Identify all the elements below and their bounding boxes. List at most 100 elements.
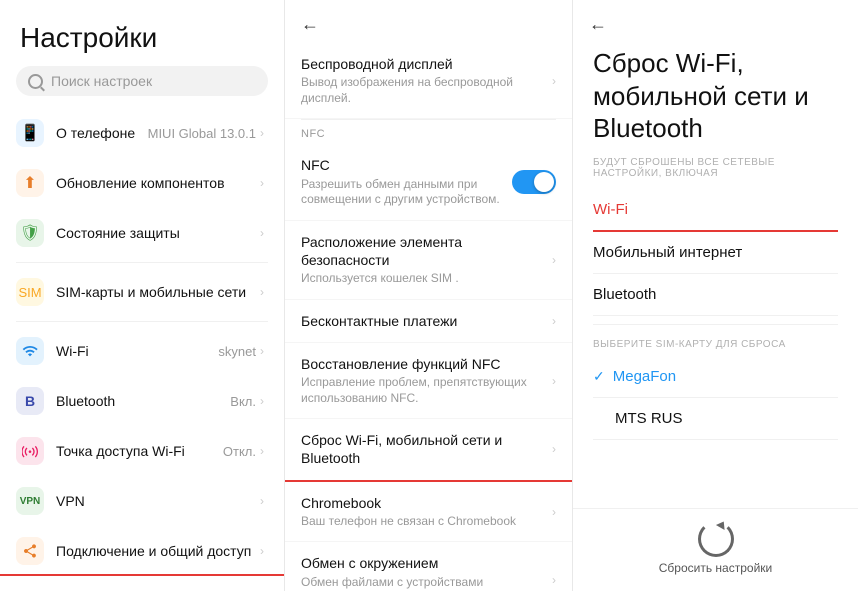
chevron-icon: › (552, 253, 556, 267)
chevron-icon: › (552, 442, 556, 456)
sim-section-label: ВЫБЕРИТЕ SIM-КАРТУ ДЛЯ СБРОСА (593, 339, 838, 350)
phone-icon: 📱 (16, 119, 44, 147)
nearby-item[interactable]: Обмен с окружением Обмен файлами с устро… (285, 542, 572, 591)
right-content: Сброс Wi-Fi, мобильной сети и Bluetooth … (573, 39, 858, 508)
reset-button[interactable]: Сбросить настройки (659, 561, 772, 575)
right-header: ← (573, 0, 858, 39)
vpn-label: VPN (56, 493, 256, 509)
left-panel: Настройки Поиск настроек 📱 О телефоне MI… (0, 0, 285, 591)
sidebar-item-bluetooth[interactable]: B Bluetooth Вкл. › (0, 376, 284, 426)
section-separator (593, 324, 838, 325)
page-title: Настройки (0, 0, 284, 66)
search-icon (28, 74, 43, 89)
chevron-icon: › (552, 374, 556, 388)
mts-sim-item[interactable]: MTS RUS (593, 398, 838, 440)
reset-footer: Сбросить настройки (573, 508, 858, 591)
divider (16, 262, 268, 263)
sidebar-item-sim[interactable]: SIM SIM-карты и мобильные сети › (0, 267, 284, 317)
nfc-item[interactable]: NFC Разрешить обмен данными при совмещен… (285, 144, 572, 220)
sidebar-item-vpn[interactable]: VPN VPN › (0, 476, 284, 526)
nearby-sub: Обмен файлами с устройствами поблизости (301, 575, 544, 591)
reset-wifi-title: Сброс Wi-Fi, мобильной сети и Bluetooth (301, 431, 544, 467)
nfc-restore-sub: Исправление проблем, препятствующих испо… (301, 375, 544, 406)
wifi-label: Wi-Fi (56, 343, 218, 359)
sidebar-item-hotspot[interactable]: Точка доступа Wi-Fi Откл. › (0, 426, 284, 476)
wireless-display-item[interactable]: Беспроводной дисплей Вывод изображения н… (285, 43, 572, 119)
sidebar-item-update[interactable]: ⬆ Обновление компонентов › (0, 158, 284, 208)
security-element-item[interactable]: Расположение элемента безопасности Испол… (285, 221, 572, 300)
update-label: Обновление компонентов (56, 175, 256, 191)
security-element-sub: Используется кошелек SIM . (301, 271, 544, 287)
chevron-icon: › (260, 544, 264, 558)
chevron-icon: › (260, 344, 264, 358)
contactless-title: Бесконтактные платежи (301, 312, 544, 330)
chevron-icon: › (260, 494, 264, 508)
wireless-display-title: Беспроводной дисплей (301, 55, 544, 73)
checkmark-icon: ✓ (593, 368, 605, 385)
update-icon: ⬆ (16, 169, 44, 197)
wireless-display-sub: Вывод изображения на беспроводной диспле… (301, 75, 544, 106)
toggle-knob (534, 172, 554, 192)
nfc-sub: Разрешить обмен данными при совмещении с… (301, 177, 504, 208)
share-label: Подключение и общий доступ (56, 543, 256, 559)
hotspot-label: Точка доступа Wi-Fi (56, 443, 223, 459)
chevron-icon: › (260, 285, 264, 299)
chevron-icon: › (260, 226, 264, 240)
chromebook-item[interactable]: Chromebook Ваш телефон не связан с Chrom… (285, 482, 572, 543)
sidebar-item-wifi[interactable]: Wi-Fi skynet › (0, 326, 284, 376)
megafon-sim-item[interactable]: ✓ MegaFon (593, 356, 838, 398)
search-placeholder: Поиск настроек (51, 73, 152, 89)
chevron-icon: › (552, 314, 556, 328)
bluetooth-item[interactable]: Bluetooth (593, 274, 838, 316)
middle-list: Беспроводной дисплей Вывод изображения н… (285, 43, 572, 591)
nearby-title: Обмен с окружением (301, 554, 544, 572)
reset-wifi-item[interactable]: Сброс Wi-Fi, мобильной сети и Bluetooth … (285, 419, 572, 481)
security-element-title: Расположение элемента безопасности (301, 233, 544, 269)
bluetooth-value: Вкл. (230, 394, 256, 409)
wifi-tab[interactable]: Wi-Fi (593, 189, 838, 232)
settings-list: 📱 О телефоне MIUI Global 13.0.1 › ⬆ Обно… (0, 108, 284, 591)
chevron-icon: › (260, 126, 264, 140)
chevron-icon: › (260, 176, 264, 190)
nfc-toggle[interactable] (512, 170, 556, 194)
search-box[interactable]: Поиск настроек (16, 66, 268, 96)
sidebar-item-share[interactable]: Подключение и общий доступ › (0, 526, 284, 576)
vpn-icon: VPN (16, 487, 44, 515)
divider (16, 321, 268, 322)
nfc-restore-item[interactable]: Восстановление функций NFC Исправление п… (285, 343, 572, 419)
nfc-section-label: NFC (285, 120, 572, 144)
contactless-item[interactable]: Бесконтактные платежи › (285, 300, 572, 343)
sim-icon: SIM (16, 278, 44, 306)
sim-label: SIM-карты и мобильные сети (56, 284, 256, 300)
right-section-label: БУДУТ СБРОШЕНЫ ВСЕ СЕТЕВЫЕ НАСТРОЙКИ, ВК… (593, 157, 838, 179)
chromebook-title: Chromebook (301, 494, 544, 512)
shield-label: Состояние защиты (56, 225, 256, 241)
mts-label: MTS RUS (615, 410, 683, 427)
phone-label: О телефоне (56, 125, 148, 141)
chevron-icon: › (552, 573, 556, 587)
chevron-icon: › (552, 74, 556, 88)
chevron-icon: › (260, 394, 264, 408)
mobile-item[interactable]: Мобильный интернет (593, 232, 838, 274)
bluetooth-icon: B (16, 387, 44, 415)
right-back-button[interactable]: ← (589, 14, 607, 35)
sidebar-item-shield[interactable]: 🛡 Состояние защиты › (0, 208, 284, 258)
sidebar-item-phone[interactable]: 📱 О телефоне MIUI Global 13.0.1 › (0, 108, 284, 158)
middle-panel: ← Беспроводной дисплей Вывод изображения… (285, 0, 573, 591)
chromebook-sub: Ваш телефон не связан с Chromebook (301, 514, 544, 530)
nfc-restore-title: Восстановление функций NFC (301, 355, 544, 373)
hotspot-value: Откл. (223, 444, 256, 459)
middle-header: ← (285, 0, 572, 43)
back-button[interactable]: ← (301, 14, 319, 35)
reset-icon (698, 521, 734, 557)
share-icon (16, 537, 44, 565)
chevron-icon: › (552, 505, 556, 519)
chevron-icon: › (260, 444, 264, 458)
right-title: Сброс Wi-Fi, мобильной сети и Bluetooth (593, 47, 838, 145)
bluetooth-label: Bluetooth (56, 393, 230, 409)
phone-value: MIUI Global 13.0.1 (148, 126, 256, 141)
hotspot-icon (16, 437, 44, 465)
wifi-value: skynet (218, 344, 256, 359)
megafon-label: MegaFon (613, 368, 676, 385)
shield-icon: 🛡 (16, 219, 44, 247)
